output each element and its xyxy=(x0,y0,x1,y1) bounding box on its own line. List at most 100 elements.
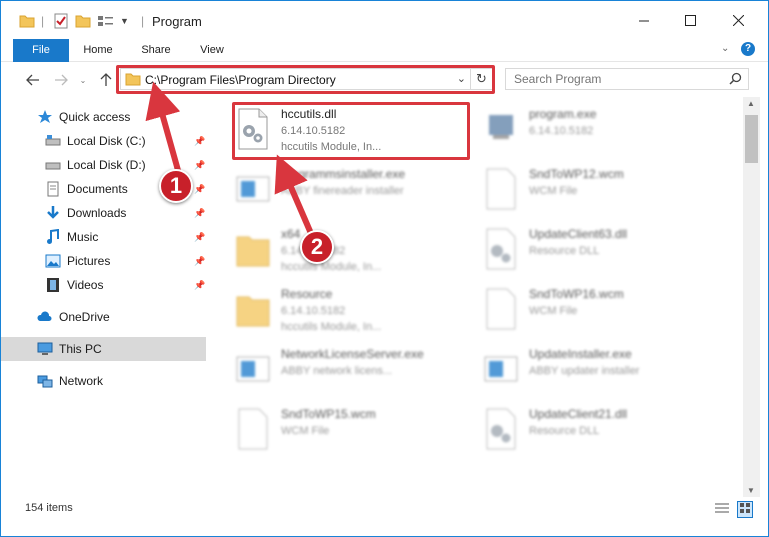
exe-window-icon xyxy=(235,347,271,391)
recent-locations-button[interactable]: ⌄ xyxy=(73,70,93,90)
dll-gear-icon xyxy=(483,407,519,451)
close-button[interactable] xyxy=(715,1,761,39)
pin-icon[interactable]: 📌 xyxy=(194,232,205,243)
properties-icon[interactable] xyxy=(53,11,69,31)
sidebar-item-label: Downloads xyxy=(67,206,127,220)
file-item-updateclient63[interactable]: UpdateClient63.dll Resource DLL xyxy=(483,225,723,275)
back-button[interactable] xyxy=(23,70,43,90)
file-name: UpdateInstaller.exe xyxy=(529,347,632,361)
dll-gear-icon xyxy=(235,107,271,151)
file-name: UpdateClient63.dll xyxy=(529,227,628,241)
pin-icon[interactable]: 📌 xyxy=(194,136,205,147)
sidebar-item-label: Music xyxy=(67,230,99,244)
file-description: hccutils Module, In... xyxy=(281,321,382,333)
file-item-x64-folder[interactable]: x64 6.14.10.5182 hccutils Module, In... xyxy=(235,225,475,275)
sidebar-item-pictures[interactable]: Pictures 📌 xyxy=(1,249,206,273)
tab-view[interactable]: View xyxy=(189,39,235,62)
pin-icon[interactable]: 📌 xyxy=(194,208,205,219)
refresh-button[interactable]: ↻ xyxy=(471,68,493,90)
maximize-button[interactable] xyxy=(667,1,713,39)
new-folder-icon[interactable] xyxy=(75,11,91,31)
separator: | xyxy=(141,14,145,28)
vertical-scrollbar[interactable]: ▲ ▼ xyxy=(743,97,760,497)
drive-icon xyxy=(45,157,61,173)
file-version: 6.14.10.5182 xyxy=(281,125,346,137)
tab-file[interactable]: File xyxy=(13,39,69,62)
scrollbar-thumb[interactable] xyxy=(745,115,758,163)
tab-share[interactable]: Share xyxy=(133,39,179,62)
file-type: Resource DLL xyxy=(529,425,600,437)
file-item-updateclient21[interactable]: UpdateClient21.dll Resource DLL xyxy=(483,405,723,455)
search-input[interactable] xyxy=(506,69,726,89)
file-name: SndToWP16.wcm xyxy=(529,287,624,301)
computer-icon xyxy=(37,341,53,357)
dll-gear-icon xyxy=(483,227,519,271)
network-icon xyxy=(37,373,53,389)
file-description: ABBY updater installer xyxy=(529,365,640,377)
sidebar-item-quick-access[interactable]: Quick access xyxy=(1,105,206,129)
search-box[interactable] xyxy=(505,68,749,90)
file-item-sndtowp15[interactable]: SndToWP15.wcm WCM File xyxy=(235,405,475,455)
sidebar-item-local-disk-c[interactable]: Local Disk (C:) 📌 xyxy=(1,129,206,153)
item-count: 154 items xyxy=(25,502,73,514)
sidebar-item-label: Pictures xyxy=(67,254,111,268)
navigation-pane: Quick access Local Disk (C:) 📌 Local Dis… xyxy=(1,97,206,497)
tiles-view-icon[interactable] xyxy=(737,501,753,518)
pin-icon[interactable]: 📌 xyxy=(194,160,205,171)
address-bar[interactable]: C:\Program Files\Program Directory ⌄ xyxy=(120,68,471,90)
sidebar-item-network[interactable]: Network xyxy=(1,369,206,393)
file-item-program-exe[interactable]: program.exe 6.14.10.5182 xyxy=(483,105,723,155)
folder-icon xyxy=(235,227,271,271)
folder-icon xyxy=(125,72,141,89)
address-row: ⌄ C:\Program Files\Program Directory ⌄ ↻ xyxy=(1,62,768,97)
customize-icon[interactable] xyxy=(97,11,115,31)
scroll-up-arrow-icon[interactable]: ▲ xyxy=(747,99,755,108)
minimize-button[interactable] xyxy=(621,1,667,39)
blank-file-icon xyxy=(235,407,271,451)
close-icon xyxy=(732,14,744,26)
sidebar-item-music[interactable]: Music 📌 xyxy=(1,225,206,249)
file-version: 6.14.10.5182 xyxy=(529,125,594,137)
search-icon[interactable] xyxy=(729,72,742,88)
picture-icon xyxy=(45,253,61,269)
sidebar-item-label: Documents xyxy=(67,182,128,196)
file-item-sndtowp16[interactable]: SndToWP16.wcm WCM File xyxy=(483,285,723,335)
file-item-installer-exe[interactable]: programmsinstaller.exe ABBY finereader i… xyxy=(235,165,475,215)
sidebar-item-videos[interactable]: Videos 📌 xyxy=(1,273,206,297)
callout-badge-1: 1 xyxy=(159,169,193,203)
file-item-updateinstaller[interactable]: UpdateInstaller.exe ABBY updater install… xyxy=(483,345,723,395)
file-item-hccutils[interactable]: hccutils.dll 6.14.10.5182 hccutils Modul… xyxy=(235,105,475,155)
file-name: UpdateClient21.dll xyxy=(529,407,628,421)
chevron-down-icon[interactable]: ⌄ xyxy=(721,43,729,54)
file-item-networklicenseserver[interactable]: NetworkLicenseServer.exe ABBY network li… xyxy=(235,345,475,395)
chevron-down-icon[interactable]: ▼ xyxy=(120,11,129,31)
file-name: SndToWP12.wcm xyxy=(529,167,624,181)
scroll-down-arrow-icon[interactable]: ▼ xyxy=(747,486,755,495)
chevron-down-icon[interactable]: ⌄ xyxy=(457,72,466,85)
window-title: Program xyxy=(152,14,202,29)
film-icon xyxy=(45,277,61,293)
explorer-window: | ▼ | Program File Home Share View ⌄ ? ⌄… xyxy=(0,0,769,537)
blank-file-icon xyxy=(483,287,519,331)
sidebar-item-onedrive[interactable]: OneDrive xyxy=(1,305,206,329)
music-note-icon xyxy=(45,228,61,245)
up-button[interactable] xyxy=(96,70,116,90)
sidebar-item-downloads[interactable]: Downloads 📌 xyxy=(1,201,206,225)
file-version: 6.14.10.5182 xyxy=(281,305,346,317)
tab-home[interactable]: Home xyxy=(75,39,121,62)
help-icon[interactable]: ? xyxy=(741,42,755,56)
pin-icon[interactable]: 📌 xyxy=(194,184,205,195)
pin-icon[interactable]: 📌 xyxy=(194,256,205,267)
pin-icon[interactable]: 📌 xyxy=(194,280,205,291)
file-item-resource-folder[interactable]: Resource 6.14.10.5182 hccutils Module, I… xyxy=(235,285,475,335)
sidebar-item-this-pc[interactable]: This PC xyxy=(1,337,206,361)
exe-icon xyxy=(483,107,519,151)
file-name: program.exe xyxy=(529,107,597,121)
drive-icon xyxy=(45,133,61,149)
file-item-sndtowp12[interactable]: SndToWP12.wcm WCM File xyxy=(483,165,723,215)
sidebar-item-label: Network xyxy=(59,374,104,388)
forward-button[interactable] xyxy=(51,70,71,90)
arrow-up-icon xyxy=(100,73,112,86)
separator: | xyxy=(41,14,45,28)
details-view-icon[interactable] xyxy=(715,502,729,517)
